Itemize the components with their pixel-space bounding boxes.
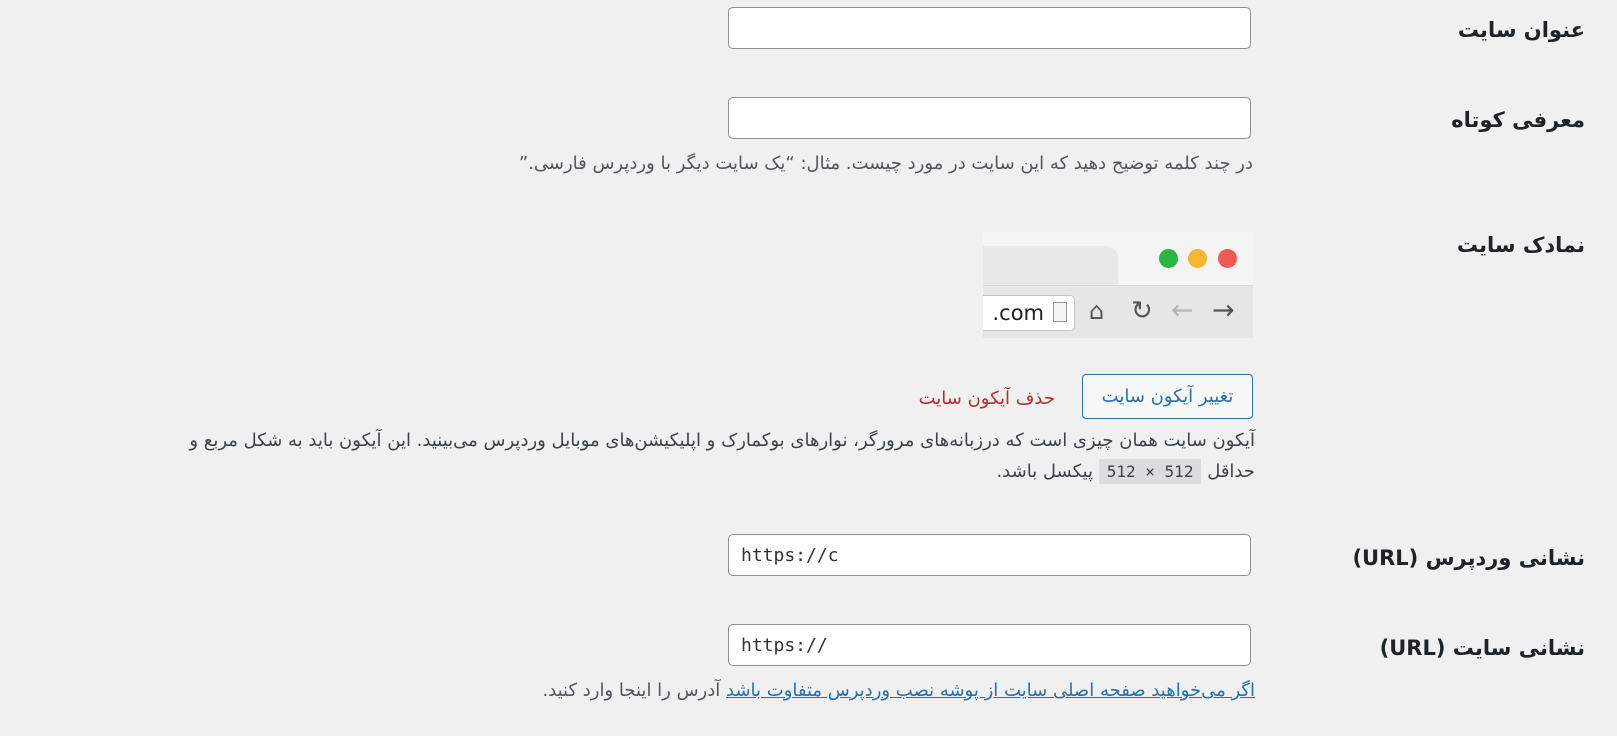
remove-site-icon-button[interactable]: حذف آیکون سایت (900, 384, 1055, 412)
site-url-description: اگر می‌خواهید صفحه اصلی سایت از پوشه نصب… (542, 680, 1255, 701)
preview-url-text: .com (992, 301, 1044, 325)
browser-toolbar: .com ⌂ ↻ ← → (983, 285, 1253, 338)
tagline-input[interactable] (728, 97, 1251, 139)
size-prefix-text: حداقل (1207, 461, 1255, 482)
reload-icon: ↻ (1131, 296, 1153, 326)
site-icon-label: نمادک سایت (1456, 233, 1585, 257)
tagline-label: معرفی کوتاه (1451, 108, 1585, 132)
wordpress-url-label: نشانی وردپرس (URL) (1352, 546, 1585, 570)
icon-size-code: 512 × 512 (1098, 459, 1202, 484)
site-title-input[interactable] (728, 7, 1251, 49)
site-url-help-link[interactable]: اگر می‌خواهید صفحه اصلی سایت از پوشه نصب… (726, 680, 1255, 701)
change-site-icon-button[interactable]: تغییر آیکون سایت (1082, 374, 1253, 419)
forward-arrow-icon: → (1212, 295, 1235, 326)
site-url-input[interactable] (728, 624, 1251, 666)
site-icon-description-line1: آیکون سایت همان چیزی است که درزبانه‌های … (189, 430, 1255, 451)
document-icon (1053, 302, 1067, 322)
site-url-label: نشانی سایت (URL) (1379, 636, 1585, 660)
traffic-light-green-icon (1159, 249, 1178, 268)
traffic-light-yellow-icon (1188, 249, 1207, 268)
back-arrow-icon: ← (1171, 295, 1194, 326)
wordpress-url-input[interactable] (728, 534, 1251, 576)
browser-address-bar: .com (983, 295, 1075, 331)
site-title-label: عنوان سایت (1457, 18, 1585, 42)
home-icon: ⌂ (1089, 297, 1105, 325)
browser-tab-bar (983, 232, 1253, 285)
traffic-light-red-icon (1218, 249, 1237, 268)
site-icon-description-line2: حداقل 512 × 512 پیکسل باشد. (996, 459, 1255, 484)
size-suffix-text: پیکسل باشد. (996, 461, 1093, 482)
site-url-description-text: آدرس را اینجا وارد کنید. (542, 680, 726, 701)
tagline-description: در چند کلمه توضیح دهید که این سایت در مو… (518, 153, 1253, 174)
browser-tab (983, 246, 1118, 285)
site-icon-preview: .com ⌂ ↻ ← → (983, 232, 1253, 338)
